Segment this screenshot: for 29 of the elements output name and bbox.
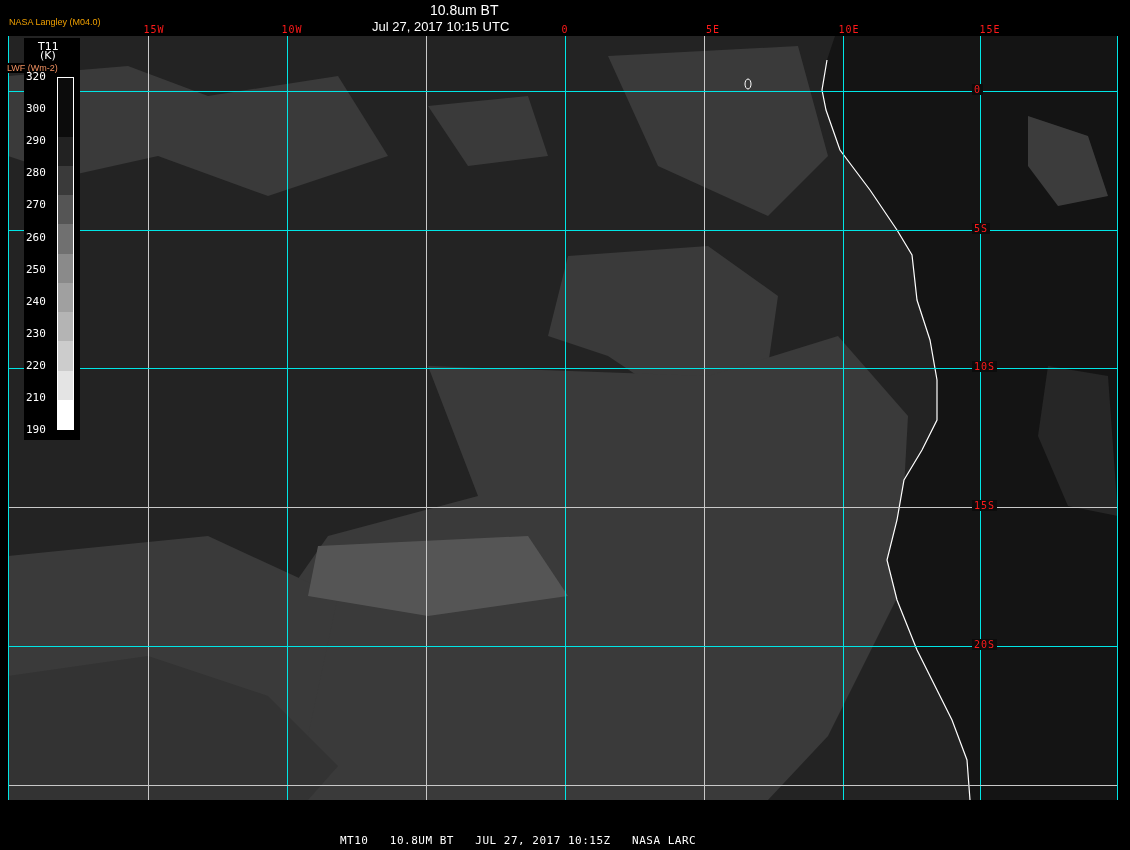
latitude-label: 15S (972, 500, 998, 511)
latitude-label: 0 (972, 84, 984, 95)
longitude-label: 10W (281, 24, 303, 35)
legend-value: 210 (26, 391, 46, 404)
legend-value: 220 (26, 358, 46, 372)
legend-value: 230 (26, 326, 46, 340)
legend-value: 270 (26, 198, 46, 212)
source-label: NASA Langley (M04.0) (9, 17, 101, 27)
legend-value: 280 (26, 166, 46, 180)
latitude-label: 20S (972, 639, 998, 650)
longitude-label: 10E (838, 24, 860, 35)
longitude-label: 0 (561, 24, 569, 35)
timestamp: Jul 27, 2017 10:15 UTC (372, 19, 510, 34)
longitude-label: 15W (143, 24, 165, 35)
legend-value: 190 (26, 423, 46, 437)
legend-value: 300 (26, 102, 46, 116)
legend-value: 260 (26, 230, 46, 244)
longitude-label: 5E (706, 24, 720, 35)
legend-value: 290 (26, 134, 46, 148)
legend-value: 240 (26, 294, 46, 308)
legend-value: 250 (26, 262, 46, 276)
legend-unit: (K) (40, 50, 56, 61)
longitude-label: 15E (979, 24, 1001, 35)
latitude-label: 10S (972, 361, 998, 372)
island-outline (744, 78, 752, 90)
image-title: 10.8um BT (430, 2, 499, 18)
latitude-label: 5S (972, 223, 991, 234)
footer-caption: MT10 10.8UM BT JUL 27, 2017 10:15Z NASA LARC (340, 834, 697, 847)
legend-overlay-label: LWF (Wm-2) (7, 63, 58, 73)
